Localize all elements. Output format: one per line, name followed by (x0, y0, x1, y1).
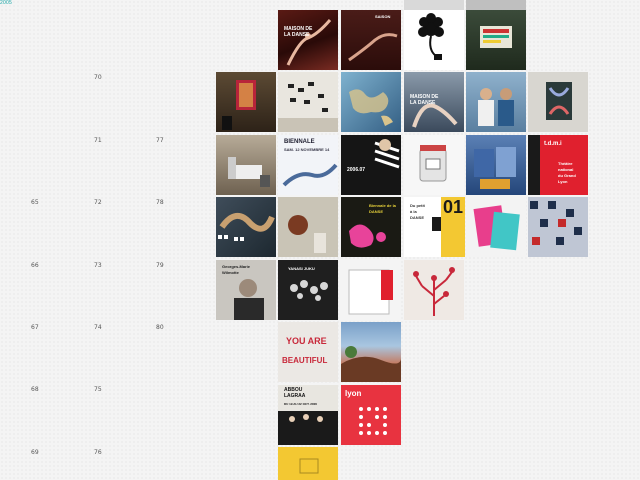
thumbnail-dance-program[interactable]: 2006.07 (341, 135, 401, 195)
thumbnail-biennale-poster[interactable]: BIENNALE SAM. 12 NOVEMBRE 14 (278, 135, 338, 195)
thumbnail-dance-poster[interactable]: MAISON DE LA DANSE (278, 10, 338, 70)
dancer-figure (286, 19, 332, 66)
booklets-illustration (474, 147, 516, 189)
thumbnail-portrait[interactable]: Georges-Marie Wilmotte (216, 260, 276, 320)
thumbnail-booklet-stack[interactable] (341, 260, 401, 320)
jar-illustration (419, 145, 447, 182)
thumbnail-room-bed[interactable] (216, 135, 276, 195)
thumbnail-tree-illustration[interactable] (404, 260, 464, 320)
thumbnail-landscape[interactable] (341, 322, 401, 382)
grid-number: 71 (94, 137, 102, 144)
thumbnail-graffiti[interactable] (216, 197, 276, 257)
thumbnail-tdm-poster[interactable]: t.d.m.i Théâtre national du Grand Lyon (528, 135, 588, 195)
portrait-figure (234, 279, 264, 320)
grid-number: 66 (31, 262, 39, 269)
grid-number: 69 (31, 449, 39, 456)
thumbnail-yellow-01[interactable]: 01 (441, 197, 465, 257)
tile-text: BEAUTIFUL (282, 356, 328, 365)
thumbnail-lyon-poster[interactable]: lyon (341, 385, 401, 445)
thumbnail-screen-display[interactable] (466, 10, 526, 70)
thumbnail-pixel-mosaic[interactable] (528, 197, 588, 257)
thumbnail-you-are-beautiful[interactable]: YOU ARE BEAUTIFUL (278, 322, 338, 382)
sculpture-illustration (288, 215, 326, 253)
thumbnail-exhibition-wall[interactable] (278, 72, 338, 132)
tile-text: YOU ARE (286, 336, 327, 346)
grid-number: 72 (94, 199, 102, 206)
exhibition-illustration (278, 82, 338, 132)
splash-illustration (349, 224, 386, 248)
window-illustration (222, 80, 256, 130)
booklet-illustration (348, 269, 393, 315)
grid-number: 74 (94, 324, 102, 331)
tree-icon (413, 267, 455, 316)
thumbnail-yellow-bottom[interactable] (278, 447, 338, 480)
room-illustration (228, 157, 270, 187)
thumbnail-dance-season[interactable]: SAISON (341, 10, 401, 70)
tile-text: MAISON DE LA DANSE (284, 26, 313, 38)
tile-number: 01 (443, 197, 464, 217)
grid-number: 78 (156, 199, 164, 206)
grid-number: 65 (31, 199, 39, 206)
thumbnail-sculpture[interactable] (278, 197, 338, 257)
tile-text: MAISON DE LA DANSE (410, 94, 439, 106)
thumbnail-top-partial[interactable] (466, 0, 526, 10)
grid-number: 79 (156, 262, 164, 269)
thumbnail-two-men[interactable] (466, 72, 526, 132)
grid-number: 68 (31, 386, 39, 393)
grid-number: 80 (156, 324, 164, 331)
thumbnail-top-partial[interactable] (404, 0, 464, 10)
poster-stripe (528, 135, 540, 195)
thumbnail-plug-flower[interactable] (404, 10, 464, 70)
landscape-illustration (341, 346, 401, 382)
corner-label: 2005 (0, 0, 12, 6)
grid-number: 70 (94, 74, 102, 81)
tile-text: SAISON (375, 14, 391, 19)
dot-pattern (359, 407, 387, 435)
badge-icon (299, 458, 319, 474)
striped-figure (374, 139, 400, 169)
thumbnail-jar[interactable] (404, 135, 464, 195)
thumbnail-yanasi-poster[interactable]: YANASI JUKU (278, 260, 338, 320)
dancers-figure (278, 411, 338, 445)
thumbnail-biennale-brochure[interactable]: Biennale de la DANSE (341, 197, 401, 257)
grid-number: 76 (94, 449, 102, 456)
grid-number: 77 (156, 137, 164, 144)
grid-number: 73 (94, 262, 102, 269)
flower-plug-illustration (418, 13, 444, 60)
screen-icon (480, 26, 512, 48)
thumbnail-dance-brochure[interactable]: MAISON DE LA DANSE (404, 72, 464, 132)
graffiti-illustration (218, 213, 275, 241)
people-illustration (478, 88, 514, 126)
thumbnail-poster-figures[interactable] (528, 72, 588, 132)
grid-number: 67 (31, 324, 39, 331)
mosaic-illustration (530, 201, 582, 245)
thumbnail-blue-booklets[interactable] (466, 135, 526, 195)
flowers-illustration (290, 280, 328, 301)
thumbnail-pink-cards[interactable] (466, 197, 526, 257)
map-illustration (349, 89, 393, 126)
poster-illustration (546, 82, 572, 120)
grid-number: 75 (94, 386, 102, 393)
thumbnail-world-map[interactable] (341, 72, 401, 132)
dancer-figure (282, 163, 338, 187)
cards-illustration (473, 205, 520, 251)
thumbnail-abbou-poster[interactable]: ABBOU LAGRAA DU 19 AU 22 OCT. 2006 (278, 385, 338, 445)
thumbnail-stained-window[interactable] (216, 72, 276, 132)
